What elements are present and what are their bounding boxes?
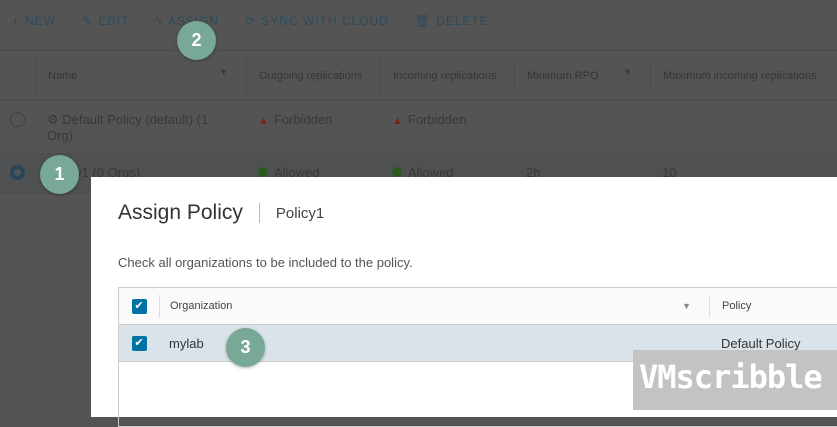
dialog-subtitle: Policy1 <box>275 204 325 222</box>
column-outgoing[interactable]: Outgoing replications <box>246 58 380 93</box>
warning-icon: ▲ <box>392 115 403 127</box>
select-all-checkbox[interactable]: ✔ <box>131 298 147 314</box>
filter-icon[interactable]: ▼ <box>219 67 228 77</box>
toolbar: +NEW ✎EDIT ϟASSIGN ⟳SYNC WITH CLOUD 🗑DEL… <box>12 14 489 28</box>
table-header: ✔ Organization ▼ Policy <box>119 288 837 325</box>
step-badge-3: 3 <box>226 328 265 367</box>
table-row[interactable]: ⚙ Default Policy (default) (1 Org) ▲ Forb… <box>0 101 837 154</box>
lightning-icon: ϟ <box>155 14 163 28</box>
column-policy[interactable]: Policy <box>709 294 837 318</box>
policy-gear-icon: ⚙ <box>47 112 63 127</box>
step-badge-2: 2 <box>177 21 216 60</box>
sync-icon: ⟳ <box>245 14 257 28</box>
plus-icon: + <box>12 14 21 28</box>
sync-button[interactable]: ⟳ SYNC WITH CLOUD <box>245 14 389 28</box>
edit-button[interactable]: ✎ EDIT <box>82 14 129 28</box>
column-incoming[interactable]: Incoming replications <box>380 58 514 93</box>
dialog-title: Assign Policy <box>118 201 243 224</box>
row-checkbox[interactable]: ✔ <box>131 335 147 351</box>
column-organization[interactable]: Organization ▼ <box>159 294 709 318</box>
check-circle-icon <box>392 167 402 177</box>
watermark-logo: VMscribble <box>633 350 837 410</box>
step-badge-1: 1 <box>40 155 79 194</box>
column-max-incoming[interactable]: Maximum incoming replications <box>650 58 837 93</box>
column-min-rpo[interactable]: Minimum RPO ▼ <box>514 58 650 93</box>
dialog-description: Check all organizations to be included t… <box>118 255 413 270</box>
trash-icon: 🗑 <box>414 14 432 28</box>
filter-icon[interactable]: ▼ <box>682 301 691 311</box>
row-radio[interactable] <box>10 112 25 127</box>
column-name[interactable]: Name ▼ <box>35 58 246 93</box>
edit-icon: ✎ <box>82 14 94 28</box>
filter-icon[interactable]: ▼ <box>623 67 632 77</box>
check-circle-icon <box>258 167 268 177</box>
policies-grid: Name ▼ Outgoing replications Incoming rep… <box>0 50 837 194</box>
grid-header: Name ▼ Outgoing replications Incoming rep… <box>0 51 837 101</box>
warning-icon: ▲ <box>258 115 269 127</box>
delete-button[interactable]: 🗑 DELETE <box>415 14 489 28</box>
row-radio[interactable] <box>10 165 25 180</box>
new-button[interactable]: + NEW <box>12 14 56 28</box>
